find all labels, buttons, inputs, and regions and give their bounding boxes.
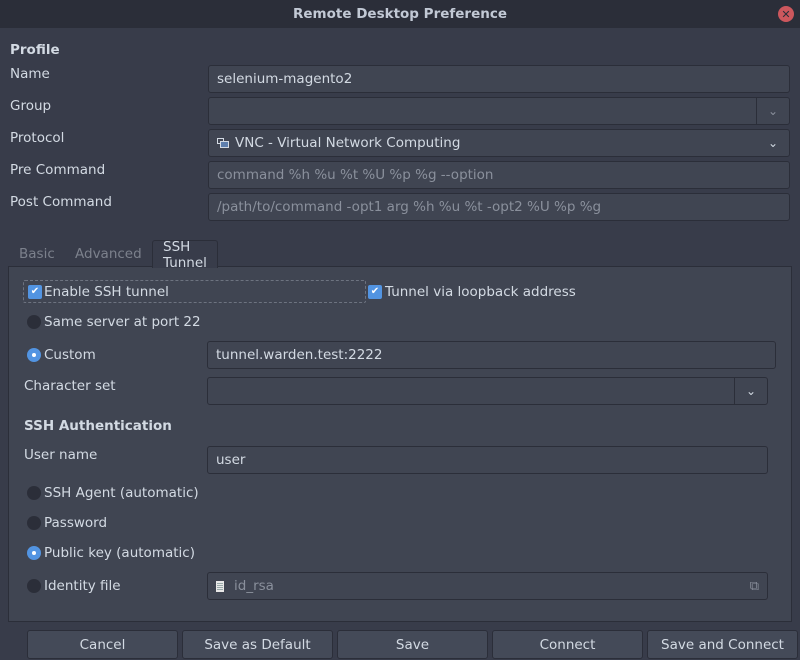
protocol-combo[interactable]: VNC - Virtual Network Computing ⌄ [208,129,790,157]
username-label: User name [24,447,98,463]
same-server-label[interactable]: Same server at port 22 [44,314,201,330]
enable-ssh-tunnel-checkbox[interactable]: ✔ [28,285,42,299]
window-title: Remote Desktop Preference [293,6,507,22]
password-radio[interactable] [27,516,41,530]
tab-basic[interactable]: Basic [9,240,65,267]
charset-label: Character set [24,378,116,394]
name-input[interactable]: selenium-magento2 [208,65,790,93]
custom-radio[interactable] [27,348,41,362]
protocol-label: Protocol [10,130,65,146]
save-as-default-button[interactable]: Save as Default [182,630,333,659]
chevron-down-icon[interactable]: ⌄ [757,130,789,156]
identity-file-label[interactable]: Identity file [44,578,121,594]
loopback-checkbox[interactable]: ✔ [368,285,382,299]
charset-combo[interactable]: ⌄ [207,377,768,405]
custom-server-input[interactable]: tunnel.warden.test:2222 [207,341,776,369]
enable-ssh-tunnel-label[interactable]: Enable SSH tunnel [44,284,169,300]
ssh-agent-radio[interactable] [27,486,41,500]
username-input[interactable]: user [207,446,768,474]
pre-command-input[interactable]: command %h %u %t %U %p %g --option [208,161,790,189]
custom-server-value: tunnel.warden.test:2222 [216,347,383,363]
tab-ssh-tunnel[interactable]: SSH Tunnel [152,239,218,271]
connect-button[interactable]: Connect [492,630,643,659]
tab-advanced[interactable]: Advanced [65,240,152,267]
public-key-radio[interactable] [27,546,41,560]
custom-label[interactable]: Custom [44,347,96,363]
vnc-icon [217,138,229,148]
save-and-connect-button[interactable]: Save and Connect [647,630,798,659]
file-icon [216,580,224,592]
password-label[interactable]: Password [44,515,107,531]
group-label: Group [10,98,52,114]
chevron-down-icon[interactable]: ⌄ [756,98,789,124]
pre-command-placeholder: command %h %u %t %U %p %g --option [217,167,494,183]
name-value: selenium-magento2 [217,71,353,87]
ssh-auth-title: SSH Authentication [24,418,172,434]
close-icon[interactable]: ✕ [778,6,794,22]
cancel-button[interactable]: Cancel [27,630,178,659]
post-command-placeholder: /path/to/command -opt1 arg %h %u %t -opt… [217,199,602,215]
group-combo[interactable]: ⌄ [208,97,790,125]
loopback-label[interactable]: Tunnel via loopback address [385,284,576,300]
identity-file-chooser[interactable]: id_rsa ⧉ [207,572,768,600]
title-bar: Remote Desktop Preference ✕ [0,0,800,28]
identity-file-value: id_rsa [234,578,274,594]
username-value: user [216,452,246,468]
protocol-value: VNC - Virtual Network Computing [235,135,461,151]
identity-file-radio[interactable] [27,579,41,593]
same-server-radio[interactable] [27,315,41,329]
post-command-input[interactable]: /path/to/command -opt1 arg %h %u %t -opt… [208,193,790,221]
save-button[interactable]: Save [337,630,488,659]
profile-section-title: Profile [10,42,60,58]
copy-icon[interactable]: ⧉ [750,579,759,594]
public-key-label[interactable]: Public key (automatic) [44,545,195,561]
pre-command-label: Pre Command [10,162,106,178]
ssh-agent-label[interactable]: SSH Agent (automatic) [44,485,199,501]
name-label: Name [10,66,50,82]
post-command-label: Post Command [10,194,112,210]
chevron-down-icon[interactable]: ⌄ [734,378,767,404]
